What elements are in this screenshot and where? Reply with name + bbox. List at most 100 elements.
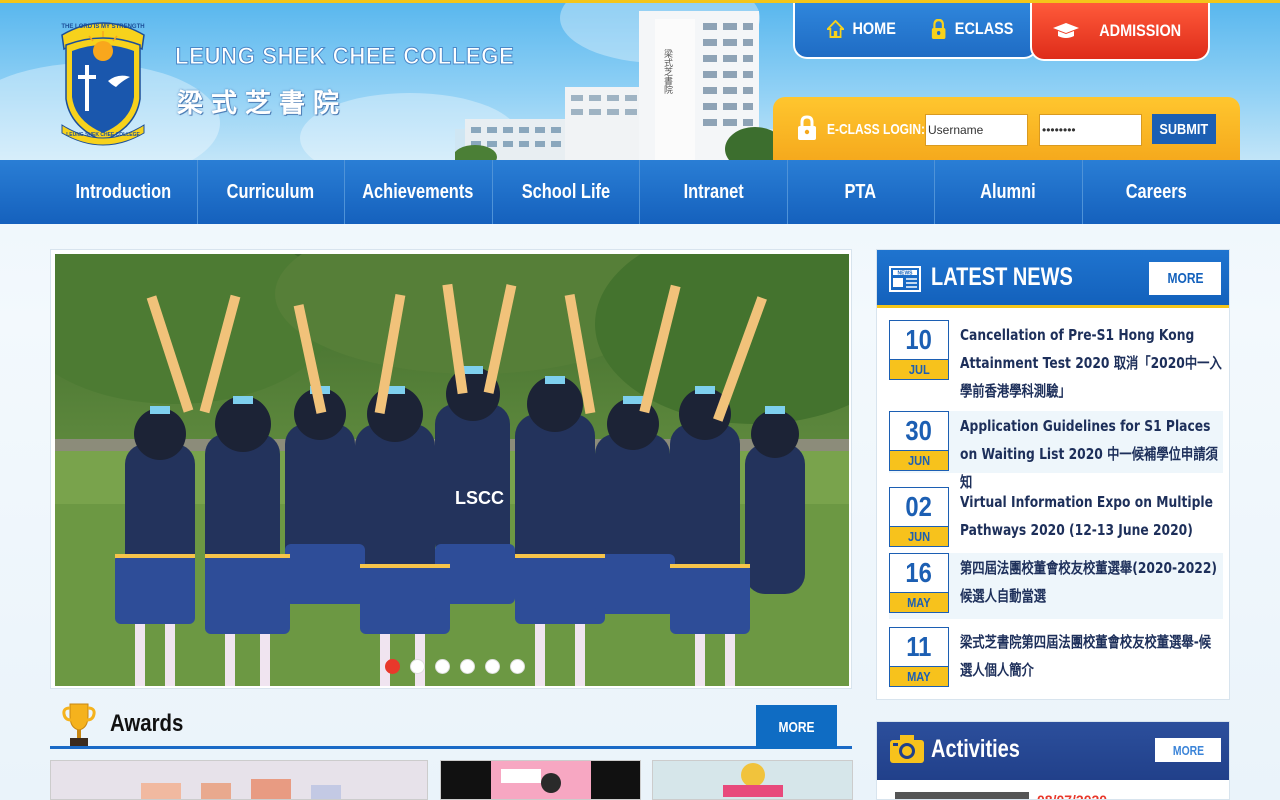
news-headline[interactable]: 梁式芝書院第四屆法團校董會校友校董選舉-候選人個人簡介 <box>960 628 1222 684</box>
logo-ring-text: LEUNG SHEK CHEE COLLEGE <box>66 132 140 138</box>
award-photo <box>51 761 427 799</box>
news-item[interactable]: 30 JUN Application Guidelines for S1 Pla… <box>889 411 1223 491</box>
building-sign: 梁式芝書院 <box>662 48 673 95</box>
more-label: MORE <box>778 718 815 736</box>
nav-label: Careers <box>1125 180 1187 203</box>
lock-icon <box>798 115 816 140</box>
award-thumbnail[interactable] <box>652 760 853 800</box>
home-link[interactable]: HOME <box>827 19 896 39</box>
slide-indicators <box>385 659 525 674</box>
nav-label: School Life <box>521 180 610 203</box>
awards-section-header: Awards MORE <box>50 700 852 749</box>
news-headline[interactable]: Virtual Information Expo on Multiple Pat… <box>960 488 1222 544</box>
admission-button[interactable]: ADMISSION <box>1030 3 1210 61</box>
activity-thumbnail[interactable] <box>895 792 1029 799</box>
news-day: 16 <box>905 557 933 588</box>
news-headline[interactable]: Application Guidelines for S1 Places on … <box>960 412 1222 496</box>
slide-dot-6[interactable] <box>510 659 525 674</box>
news-date: 16 MAY <box>889 553 949 613</box>
news-item[interactable]: 16 MAY 第四屆法團校董會校友校董選舉(2020-2022) 候選人自動當選 <box>889 553 1223 619</box>
nav-label: Intranet <box>683 180 744 203</box>
eclass-link[interactable]: ECLASS <box>931 19 1013 39</box>
school-building-photo: 梁式芝書院 <box>455 11 775 160</box>
news-item[interactable]: 02 JUN Virtual Information Expo on Multi… <box>889 487 1223 549</box>
admission-label: ADMISSION <box>1099 21 1181 40</box>
latest-news-panel: NEWS LATEST NEWS MORE 10 JUL Cancellatio… <box>876 249 1230 700</box>
camera-icon <box>890 735 924 763</box>
slide-dot-4[interactable] <box>460 659 475 674</box>
nav-item-intranet[interactable]: Intranet <box>640 160 788 224</box>
password-input[interactable] <box>1039 114 1142 146</box>
submit-label: SUBMIT <box>1159 120 1209 138</box>
news-month: JUL <box>908 362 930 377</box>
nav-label: Introduction <box>75 180 172 203</box>
news-day: 11 <box>906 631 932 662</box>
news-month: JUN <box>907 453 931 468</box>
newspaper-icon: NEWS <box>889 266 921 292</box>
graduation-cap-icon <box>1052 23 1079 38</box>
slide-dot-5[interactable] <box>485 659 500 674</box>
awards-more-button[interactable]: MORE <box>756 705 837 749</box>
nav-label: Alumni <box>980 180 1037 203</box>
news-date: 30 JUN <box>889 411 949 471</box>
hero-slide-image[interactable]: LSCC <box>55 254 849 686</box>
nav-item-school-life[interactable]: School Life <box>493 160 640 224</box>
school-logo-crest[interactable]: THE LORD IS MY STRENGTH LEUNG SHEK CHEE … <box>56 15 150 147</box>
hero-slideshow: LSCC <box>50 249 852 689</box>
activities-panel: Activities MORE 08/07/2020 <box>876 721 1230 800</box>
activities-more-button[interactable]: MORE <box>1155 738 1221 762</box>
award-photo <box>491 761 591 799</box>
nav-item-introduction[interactable]: Introduction <box>50 160 198 224</box>
news-day: 30 <box>905 415 933 446</box>
award-thumbnail[interactable] <box>50 760 428 800</box>
logo-motto: THE LORD IS MY STRENGTH <box>61 24 144 30</box>
news-date: 10 JUL <box>889 320 949 380</box>
cheerleaders-photo: LSCC <box>55 254 849 686</box>
lock-icon <box>931 19 946 39</box>
award-thumbnail[interactable] <box>440 760 641 800</box>
nav-item-pta[interactable]: PTA <box>788 160 935 224</box>
trophy-icon <box>62 703 96 746</box>
submit-button[interactable]: SUBMIT <box>1152 114 1216 144</box>
site-header: THE LORD IS MY STRENGTH LEUNG SHEK CHEE … <box>0 0 1280 160</box>
nav-item-achievements[interactable]: Achievements <box>345 160 493 224</box>
school-name-chinese[interactable]: 梁式芝書院 <box>177 83 347 120</box>
news-item[interactable]: 10 JUL Cancellation of Pre-S1 Hong Kong … <box>889 320 1223 406</box>
awards-title: Awards <box>110 710 184 737</box>
home-link-label: HOME <box>852 19 896 38</box>
activities-header: Activities MORE <box>877 722 1229 780</box>
more-label: MORE <box>1172 742 1204 758</box>
news-item[interactable]: 11 MAY 梁式芝書院第四屆法團校董會校友校董選舉-候選人個人簡介 <box>889 627 1223 693</box>
main-navigation: Introduction Curriculum Achievements Sch… <box>0 160 1280 224</box>
activity-date: 08/07/2020 <box>1037 792 1108 800</box>
news-date: 02 JUN <box>889 487 949 547</box>
slide-dot-2[interactable] <box>410 659 425 674</box>
latest-news-header: NEWS LATEST NEWS MORE <box>877 250 1229 308</box>
jersey-text: LSCC <box>455 488 504 508</box>
latest-news-title: LATEST NEWS <box>931 263 1073 291</box>
slide-dot-3[interactable] <box>435 659 450 674</box>
slide-dot-1[interactable] <box>385 659 400 674</box>
home-icon <box>827 20 844 38</box>
news-date: 11 MAY <box>889 627 949 687</box>
eclass-login-label: E-CLASS LOGIN: <box>827 121 925 138</box>
news-day: 02 <box>905 491 933 522</box>
news-headline[interactable]: 第四屆法團校董會校友校董選舉(2020-2022) 候選人自動當選 <box>960 554 1222 610</box>
nav-label: Curriculum <box>227 180 315 203</box>
nav-label: Achievements <box>362 180 474 203</box>
nav-item-careers[interactable]: Careers <box>1083 160 1231 224</box>
news-month: MAY <box>907 669 931 684</box>
eclass-link-label: ECLASS <box>954 19 1014 38</box>
award-photo <box>653 761 852 799</box>
activities-title: Activities <box>931 735 1020 763</box>
eclass-login-panel: E-CLASS LOGIN: SUBMIT <box>773 97 1240 160</box>
nav-item-curriculum[interactable]: Curriculum <box>198 160 345 224</box>
news-headline[interactable]: Cancellation of Pre-S1 Hong Kong Attainm… <box>960 321 1222 405</box>
news-more-button[interactable]: MORE <box>1149 262 1221 295</box>
username-input[interactable] <box>925 114 1028 146</box>
more-label: MORE <box>1167 270 1203 287</box>
nav-label: PTA <box>844 180 877 203</box>
news-month: JUN <box>907 529 931 544</box>
nav-item-alumni[interactable]: Alumni <box>935 160 1083 224</box>
top-links-bar: HOME ECLASS <box>793 3 1038 59</box>
